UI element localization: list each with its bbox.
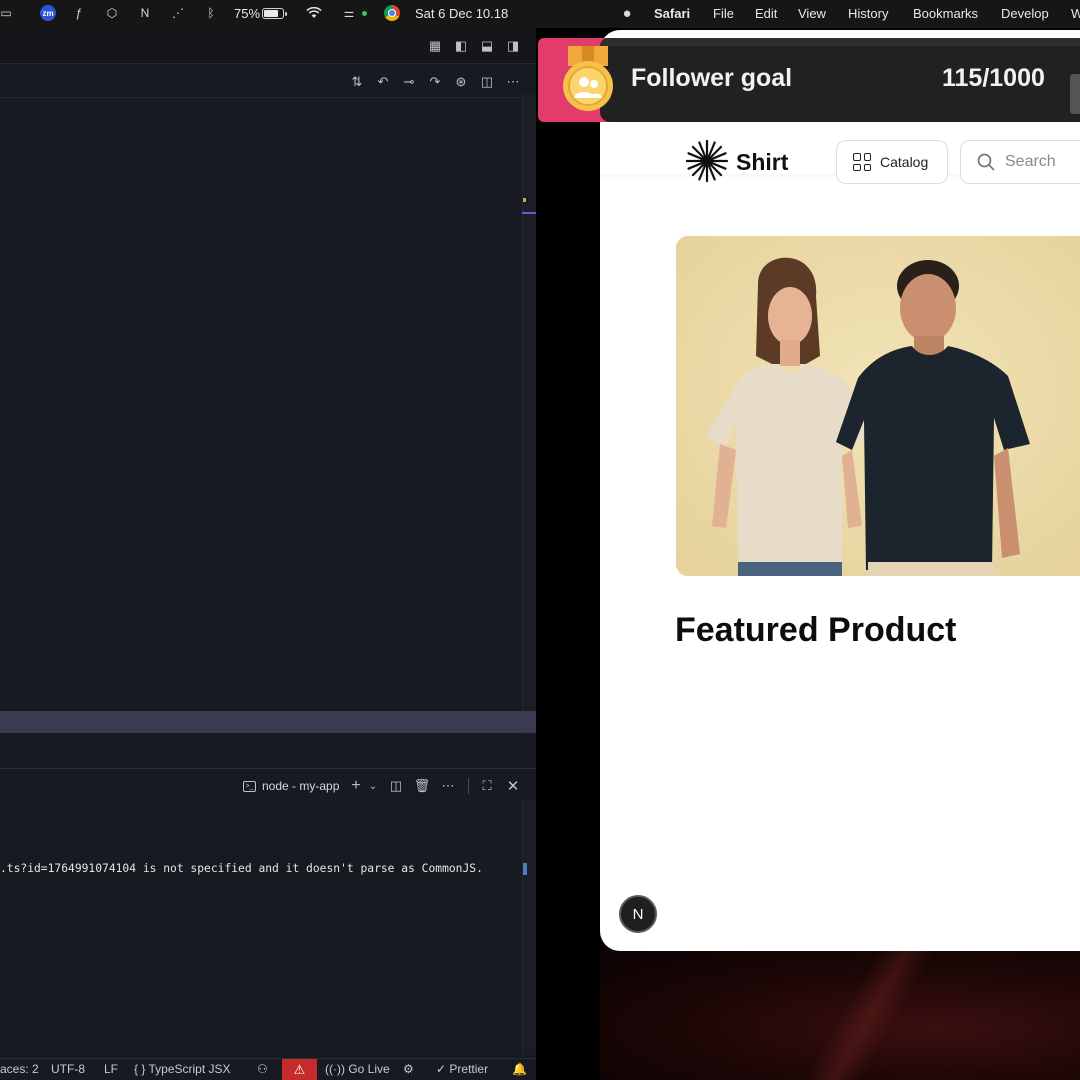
terminal-title: node - my-app: [262, 779, 340, 793]
split-editor-icon[interactable]: ◫: [478, 73, 496, 91]
commit-icon[interactable]: ⊸: [400, 73, 418, 91]
maximize-panel-icon[interactable]: ⛶: [478, 777, 496, 795]
go-live-label: Go Live: [348, 1062, 390, 1076]
battery-percent: 75%: [234, 6, 261, 21]
next-dev-tools-button[interactable]: N: [619, 895, 657, 933]
bluetooth-icon[interactable]: ᛒ: [203, 5, 219, 21]
status-bar: aces: 2 UTF-8 LF { } TypeScript JSX ⚇ ((…: [0, 1058, 536, 1080]
app-menu[interactable]: Safari: [654, 6, 690, 21]
check-icon: ✓: [436, 1062, 447, 1076]
goal-progress-edge: [1070, 74, 1080, 114]
apple-icon[interactable]: ●: [619, 5, 635, 22]
customize-layout-icon[interactable]: ▦: [426, 37, 444, 55]
chrome-icon[interactable]: [384, 5, 400, 21]
camera-in-use-dot: [362, 11, 367, 16]
follower-goal-label: Follower goal: [631, 64, 793, 92]
scrollbar-marker: [523, 198, 526, 202]
new-terminal-icon[interactable]: +: [347, 777, 365, 795]
search-input[interactable]: Search: [960, 140, 1080, 184]
featured-product-image[interactable]: [676, 236, 1080, 576]
wallpaper-highlight: [760, 950, 980, 1080]
prettier-status[interactable]: ✓ Prettier: [436, 1062, 488, 1076]
cube-icon[interactable]: ⬡: [104, 5, 120, 21]
search-placeholder: Search: [1005, 153, 1056, 170]
window-gap: [536, 28, 600, 1080]
menu-bar: ▭ zm ƒ ⬡ N ⋰ ᛒ 75% ⚌ Sat 6 Dec 10.18 ● S…: [0, 0, 1080, 28]
figma-icon[interactable]: ƒ: [71, 5, 87, 21]
extension-icon[interactable]: ⚙: [403, 1062, 414, 1076]
models-wearing-tshirts-photo: [676, 236, 1080, 576]
medal-followers-icon: [563, 46, 613, 111]
clock[interactable]: Sat 6 Dec 10.18: [415, 6, 508, 21]
search-icon: [977, 153, 995, 171]
language-status[interactable]: { } TypeScript JSX: [134, 1062, 231, 1076]
featured-product-heading: Featured Product: [675, 611, 957, 649]
menu-file[interactable]: File: [713, 6, 734, 21]
notion-icon[interactable]: N: [137, 5, 153, 21]
terminal-more-icon[interactable]: ⋯: [439, 777, 457, 795]
catalog-button[interactable]: Catalog: [836, 140, 948, 184]
warning-badge[interactable]: ⚠: [282, 1059, 317, 1080]
prettier-label: Prettier: [449, 1062, 489, 1076]
scrollbar-cursor-marker: [522, 212, 536, 214]
notifications-bell-icon[interactable]: 🔔: [512, 1062, 527, 1076]
go-forward-icon[interactable]: ↷: [426, 73, 444, 91]
broadcast-icon: ((·)): [325, 1062, 345, 1076]
menu-window[interactable]: W: [1071, 6, 1080, 21]
activity-icon[interactable]: ⋰: [170, 5, 186, 21]
terminal-selector[interactable]: >_ node - my-app: [243, 777, 339, 795]
timeline-icon[interactable]: ⊛: [452, 73, 470, 91]
eol-status[interactable]: LF: [104, 1062, 118, 1076]
split-terminal-icon[interactable]: ◫: [387, 777, 405, 795]
menu-develop[interactable]: Develop: [1001, 6, 1049, 21]
wifi-icon[interactable]: [306, 5, 322, 21]
close-panel-icon[interactable]: ✕: [504, 777, 522, 795]
control-center-icon[interactable]: ⚌: [341, 5, 357, 21]
menu-history[interactable]: History: [848, 6, 888, 21]
language-label: TypeScript JSX: [148, 1062, 231, 1076]
menu-bookmarks[interactable]: Bookmarks: [913, 6, 978, 21]
grid-icon: [853, 153, 871, 171]
indentation-status[interactable]: aces: 2: [0, 1062, 39, 1076]
display-icon[interactable]: ▭: [0, 5, 14, 21]
toggle-panel-icon[interactable]: ⬓: [478, 37, 496, 55]
zoom-icon[interactable]: zm: [40, 5, 56, 21]
terminal-scroll-marker: [523, 863, 527, 875]
go-back-icon[interactable]: ↶: [374, 73, 392, 91]
site-logo[interactable]: Shirt: [736, 149, 788, 176]
logo-starburst-icon[interactable]: [685, 139, 729, 183]
encoding-status[interactable]: UTF-8: [51, 1062, 85, 1076]
battery-icon[interactable]: [262, 8, 287, 19]
toggle-secondary-sidebar-icon[interactable]: ◨: [504, 37, 522, 55]
terminal-panel: [0, 768, 536, 1058]
kill-terminal-icon[interactable]: 🗑: [413, 777, 431, 795]
compare-changes-icon[interactable]: ⇅: [348, 73, 366, 91]
toolbar-divider: [468, 778, 469, 794]
menu-view[interactable]: View: [798, 6, 826, 21]
go-live-button[interactable]: ((·)) Go Live: [325, 1062, 390, 1076]
highlighted-line: [0, 711, 536, 733]
terminal-icon: >_: [243, 780, 256, 792]
next-logo-icon: N: [632, 905, 644, 923]
editor-code-area[interactable]: [0, 99, 522, 711]
more-actions-icon[interactable]: ⋯: [504, 73, 522, 91]
terminal-scrollbar[interactable]: [522, 800, 536, 1055]
toggle-sidebar-icon[interactable]: ◧: [452, 37, 470, 55]
terminal-dropdown-icon[interactable]: ⌄: [364, 777, 382, 795]
follower-goal-count: 115/1000: [942, 64, 1045, 92]
braces-icon: { }: [134, 1062, 146, 1076]
copilot-icon[interactable]: ⚇: [257, 1062, 268, 1076]
terminal-output-line: .ts?id=1764991074104 is not specified an…: [0, 862, 483, 875]
catalog-label: Catalog: [880, 154, 929, 170]
warning-icon: ⚠: [293, 1061, 306, 1077]
menu-edit[interactable]: Edit: [755, 6, 777, 21]
editor-scrollbar[interactable]: [522, 94, 536, 734]
